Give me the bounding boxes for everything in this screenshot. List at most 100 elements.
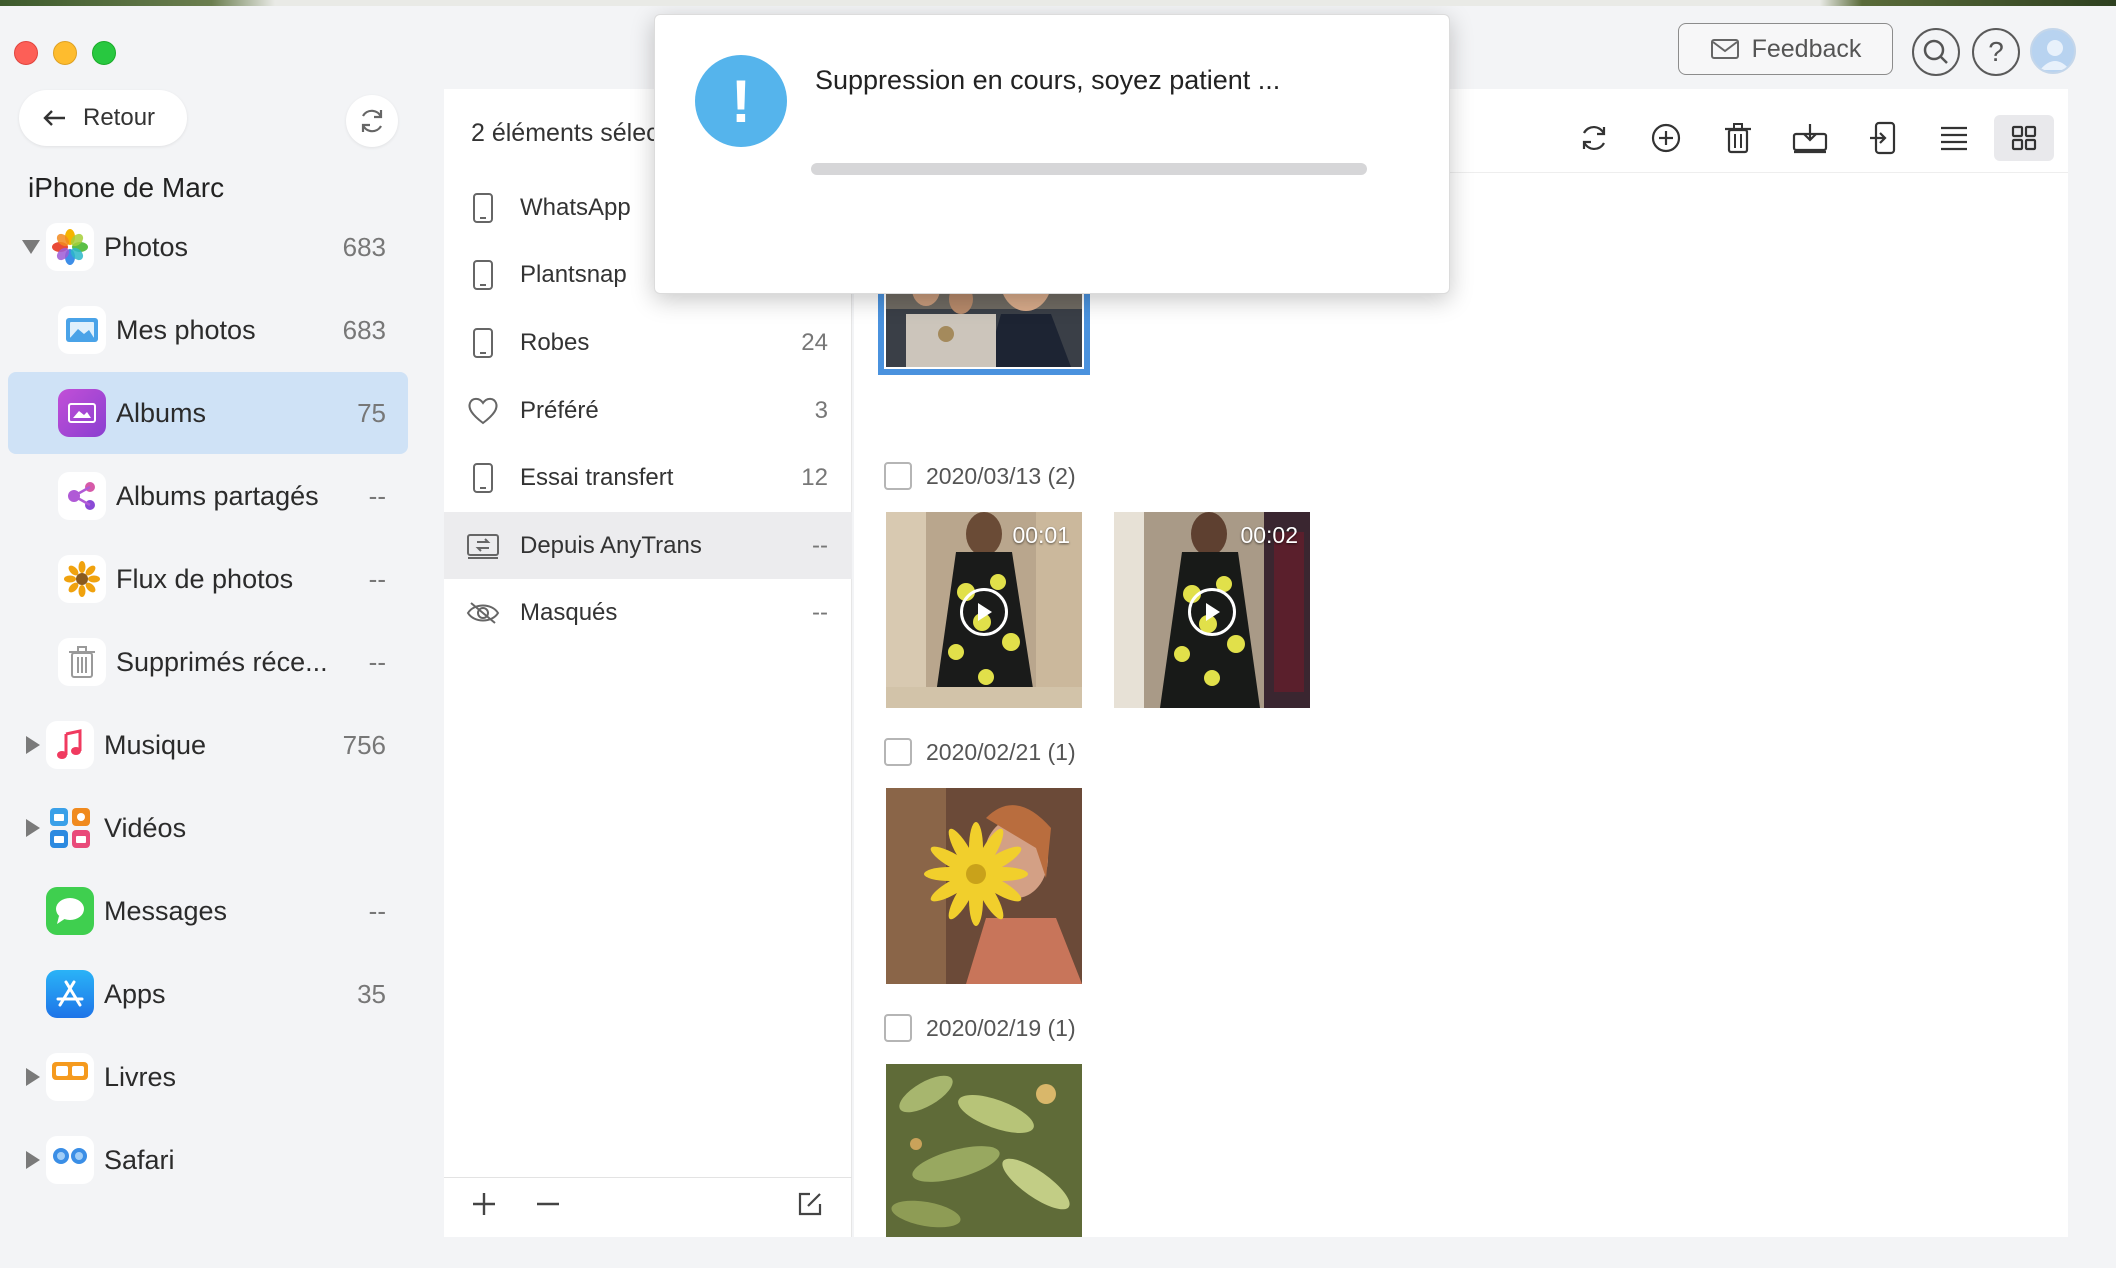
sidebar-item-music[interactable]: Musique 756 (8, 704, 408, 786)
minus-icon (537, 1202, 559, 1206)
sidebar-item-label: Apps (104, 978, 166, 1009)
sidebar-item-apps[interactable]: Apps 35 (8, 953, 408, 1035)
refresh-icon (361, 109, 383, 133)
sidebar-item-count: 75 (357, 397, 386, 428)
close-window-button[interactable] (14, 41, 38, 65)
eye-hidden-icon (466, 596, 500, 630)
album-label: Plantsnap (520, 260, 627, 288)
photo-thumbnail[interactable] (886, 1064, 1082, 1237)
heart-icon (466, 394, 500, 428)
grid-view-icon (2011, 125, 2037, 151)
video-thumbnail[interactable]: 00:02 (1114, 512, 1310, 708)
album-count: 24 (801, 328, 828, 356)
collapse-arrow-icon[interactable] (22, 240, 40, 254)
play-icon[interactable] (1188, 588, 1236, 636)
sidebar-item-messages[interactable]: Messages -- (8, 870, 408, 952)
refresh-device-button[interactable] (346, 95, 398, 147)
album-panel-footer (444, 1177, 852, 1237)
album-row-essai-transfert[interactable]: Essai transfert 12 (444, 444, 852, 511)
selection-count-text: 2 éléments sélec (471, 119, 659, 147)
grid-view-button[interactable] (1994, 115, 2054, 161)
video-thumbnail[interactable]: 00:01 (886, 512, 1082, 708)
sidebar-item-recently-deleted[interactable]: Supprimés réce... -- (8, 621, 408, 703)
sidebar-item-label: Vidéos (104, 812, 187, 843)
sidebar-item-count: 35 (357, 978, 386, 1009)
album-count: -- (812, 598, 828, 626)
album-row-depuis-anytrans[interactable]: Depuis AnyTrans -- (444, 512, 852, 579)
help-button[interactable]: ? (1972, 28, 2020, 76)
sidebar-item-label: Messages (104, 895, 228, 926)
album-row-robes[interactable]: Robes 24 (444, 309, 852, 376)
photos-app-icon (46, 223, 94, 271)
expand-arrow-icon[interactable] (26, 1068, 40, 1086)
list-view-button[interactable] (1934, 118, 1974, 158)
album-row-hidden[interactable]: Masqués -- (444, 579, 852, 646)
sidebar-item-count: -- (368, 646, 386, 677)
videos-icon (46, 804, 94, 852)
add-album-button[interactable] (470, 1188, 498, 1227)
progress-bar (811, 163, 1367, 175)
expand-arrow-icon[interactable] (26, 819, 40, 837)
album-row-favorites[interactable]: Préféré 3 (444, 377, 852, 444)
expand-arrow-icon[interactable] (26, 736, 40, 754)
send-to-device-icon (1870, 121, 1896, 155)
sidebar-item-photos[interactable]: Photos 683 (8, 206, 408, 288)
sidebar-item-label: Safari (104, 1144, 175, 1175)
album-count: 3 (814, 396, 828, 424)
photo-thumbnail[interactable] (886, 788, 1082, 984)
sidebar-item-label: Musique (104, 729, 207, 760)
sidebar-item-label: Supprimés réce... (116, 646, 328, 677)
expand-arrow-icon[interactable] (26, 1151, 40, 1169)
album-label: Préféré (520, 396, 599, 424)
album-label: Depuis AnyTrans (520, 531, 702, 559)
sidebar-item-count: -- (368, 480, 386, 511)
sidebar-item-count: 683 (342, 314, 386, 345)
delete-button[interactable] (1718, 118, 1758, 158)
add-button[interactable] (1646, 118, 1686, 158)
my-photos-icon (58, 306, 106, 354)
app-window: Feedback ? Retour iPhone de Marc Photos … (0, 6, 2116, 1268)
search-button[interactable] (1912, 28, 1960, 76)
music-icon (46, 721, 94, 769)
computer-transfer-icon (466, 529, 500, 563)
sidebar-item-videos[interactable]: Vidéos (8, 787, 408, 869)
edit-album-button[interactable] (796, 1188, 824, 1227)
video-duration: 00:01 (1012, 522, 1070, 548)
remove-album-button[interactable] (534, 1188, 562, 1227)
sidebar-item-safari[interactable]: Safari (8, 1119, 408, 1201)
feedback-button[interactable]: Feedback (1678, 23, 1893, 75)
refresh-icon (1582, 125, 1606, 151)
date-group-label: 2020/03/13 (2) (926, 462, 1076, 489)
sidebar-item-my-photos[interactable]: Mes photos 683 (8, 289, 408, 371)
list-view-icon (1941, 126, 1967, 151)
export-to-computer-button[interactable] (1790, 118, 1830, 158)
photo-stream-icon (58, 555, 106, 603)
deleting-progress-dialog: ! Suppression en cours, soyez patient ..… (654, 14, 1450, 294)
group-select-checkbox[interactable] (884, 738, 912, 766)
group-select-checkbox[interactable] (884, 1014, 912, 1042)
back-button[interactable]: Retour (19, 90, 187, 146)
send-to-device-button[interactable] (1862, 118, 1902, 158)
sidebar-item-shared-albums[interactable]: Albums partagés -- (8, 455, 408, 537)
photo-image (886, 1064, 1082, 1237)
photo-image (886, 788, 1082, 984)
album-count: 12 (801, 463, 828, 491)
sidebar-item-photo-stream[interactable]: Flux de photos -- (8, 538, 408, 620)
books-icon (46, 1053, 94, 1101)
content-toolbar (1542, 113, 2054, 163)
sidebar-item-books[interactable]: Livres (8, 1036, 408, 1118)
plus-icon (473, 1193, 495, 1215)
app-store-icon (46, 970, 94, 1018)
phone-icon (466, 326, 500, 360)
play-icon[interactable] (960, 588, 1008, 636)
group-select-checkbox[interactable] (884, 462, 912, 490)
mail-icon (1710, 39, 1739, 59)
refresh-button[interactable] (1574, 118, 1614, 158)
sidebar-item-albums[interactable]: Albums 75 (8, 372, 408, 454)
sidebar-item-count: -- (368, 563, 386, 594)
messages-icon (46, 887, 94, 935)
minimize-window-button[interactable] (53, 41, 77, 65)
warning-icon: ! (695, 55, 787, 147)
avatar[interactable] (2030, 28, 2076, 74)
maximize-window-button[interactable] (92, 41, 116, 65)
